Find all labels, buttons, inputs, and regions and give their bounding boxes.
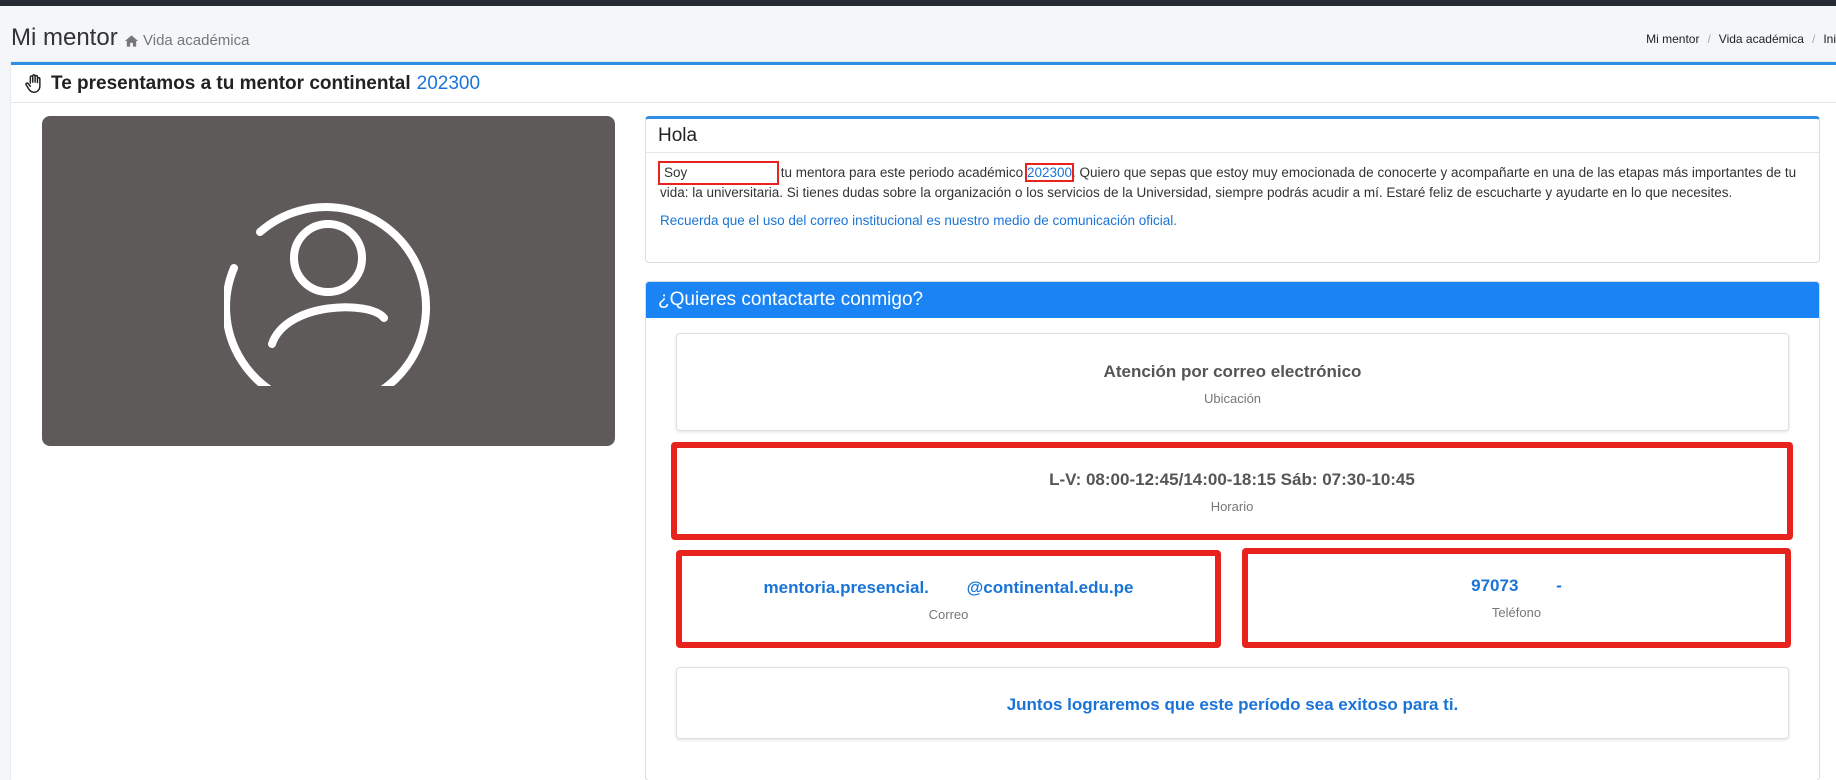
- page-title: Mi mentor: [11, 24, 118, 51]
- breadcrumb-item-vida-academica[interactable]: Vida académica: [1719, 32, 1804, 46]
- breadcrumb-separator: /: [1707, 32, 1711, 46]
- attention-card: Atención por correo electrónico Ubicació…: [676, 333, 1789, 431]
- phone-card: 97073 - Teléfono: [1242, 548, 1791, 648]
- page-header: Mi mentor Vida académica Mi mentor / Vid…: [0, 6, 1836, 62]
- breadcrumb: Mi mentor / Vida académica / Ini: [1646, 32, 1836, 46]
- schedule-card: L-V: 08:00-12:45/14:00-18:15 Sáb: 07:30-…: [671, 442, 1793, 540]
- mentor-heading-code: 202300: [416, 72, 481, 94]
- attention-label: Ubicación: [1203, 391, 1262, 406]
- mentor-avatar: [42, 116, 615, 446]
- mentor-panel-heading: Te presentamos a tu mentor continental 2…: [11, 65, 1836, 103]
- contact-card: ¿Quieres contactarte conmigo? Atención p…: [645, 281, 1820, 780]
- page-subtitle-text: Vida académica: [143, 32, 250, 49]
- breadcrumb-item-inicio[interactable]: Ini: [1823, 32, 1836, 46]
- greeting-text-a: tu mentora para este periodo académico: [780, 165, 1024, 180]
- schedule-label: Horario: [1210, 499, 1254, 514]
- email-link[interactable]: mentoria.presencial. @continental.edu.pe: [682, 578, 1215, 598]
- page-subtitle: Vida académica: [124, 32, 249, 49]
- closing-message: Juntos lograremos que este período sea e…: [1006, 695, 1459, 714]
- mentor-heading-text: Te presentamos a tu mentor continental: [51, 72, 411, 94]
- closing-card: Juntos lograremos que este período sea e…: [676, 667, 1789, 739]
- mentor-name-highlight: Soy: [658, 161, 779, 185]
- greeting-card: Hola Soy tu mentora para este periodo ac…: [645, 116, 1820, 263]
- user-avatar-icon: [223, 203, 430, 386]
- attention-value: Atención por correo electrónico: [1103, 362, 1362, 381]
- greeting-text: Soy tu mentora para este periodo académi…: [646, 153, 1819, 203]
- phone-link[interactable]: 97073 -: [1248, 576, 1785, 596]
- email-label: Correo: [928, 607, 969, 622]
- soy-label: Soy: [664, 165, 688, 180]
- breadcrumb-item-mi-mentor[interactable]: Mi mentor: [1646, 32, 1699, 46]
- institutional-email-note: Recuerda que el uso del correo instituci…: [660, 213, 1178, 228]
- schedule-value: L-V: 08:00-12:45/14:00-18:15 Sáb: 07:30-…: [1049, 470, 1415, 489]
- email-card: mentoria.presencial. @continental.edu.pe…: [676, 550, 1221, 648]
- contact-title: ¿Quieres contactarte conmigo?: [646, 282, 1819, 318]
- mentor-panel: Te presentamos a tu mentor continental 2…: [11, 62, 1836, 780]
- period-link[interactable]: 202300: [1024, 163, 1075, 182]
- breadcrumb-separator: /: [1811, 32, 1816, 46]
- phone-label: Teléfono: [1491, 605, 1542, 620]
- home-icon: [124, 34, 139, 47]
- hand-icon: [25, 73, 41, 93]
- greeting-title: Hola: [646, 119, 1819, 153]
